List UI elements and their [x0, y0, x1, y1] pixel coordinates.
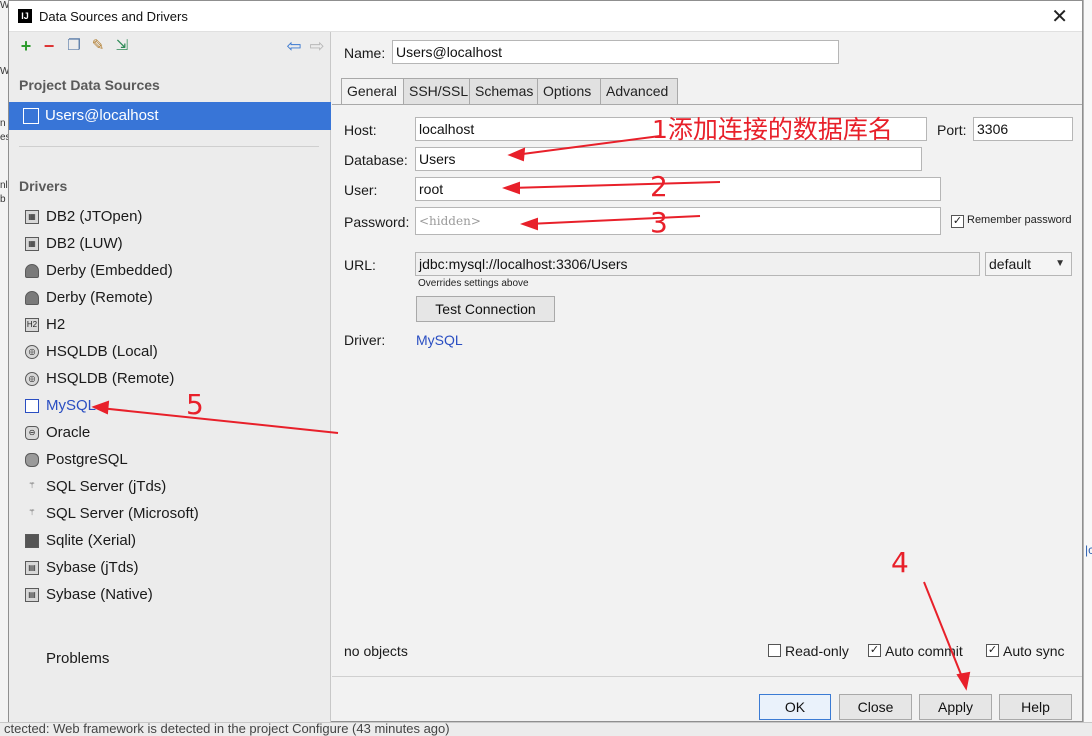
h2-icon: H2 [25, 318, 39, 332]
mysql-datasource-icon [23, 108, 39, 124]
driver-item-sybase-native[interactable]: ▤ Sybase (Native) [9, 582, 331, 608]
sybase-icon: ▤ [25, 588, 39, 602]
derby-hat-icon [25, 264, 39, 278]
url-mode-select[interactable]: default ▼ [985, 252, 1072, 276]
auto-commit-checkbox[interactable]: ✓ [868, 644, 881, 657]
wrench-icon[interactable]: ✎ [88, 36, 108, 56]
remember-password-label: Remember password [967, 214, 1072, 226]
driver-item-derby-embedded[interactable]: Derby (Embedded) [9, 258, 331, 284]
tab-ssh-ssl[interactable]: SSH/SSL [403, 78, 470, 104]
data-sources-dialog: IJ Data Sources and Drivers ✕ + − ❐ ✎ ⇲ … [8, 0, 1083, 722]
ok-button[interactable]: OK [759, 694, 831, 720]
close-icon[interactable]: ✕ [1051, 4, 1068, 29]
sqlite-feather-icon [25, 534, 39, 548]
driver-item-sqlite-xerial[interactable]: Sqlite (Xerial) [9, 528, 331, 554]
status-text: no objects [344, 643, 408, 659]
annotation-label-2: 2 [650, 170, 668, 203]
dialog-titlebar: IJ Data Sources and Drivers ✕ [9, 1, 1082, 32]
postgresql-elephant-icon [25, 453, 39, 467]
sql-server-icon: ⚚ [28, 481, 36, 490]
user-label: User: [344, 182, 378, 198]
driver-item-mysql[interactable]: MySQL [9, 393, 331, 419]
background-status-bar: ctected: Web framework is detected in th… [0, 722, 1092, 736]
driver-item-sql-server-jtds[interactable]: ⚚ SQL Server (jTds) [9, 474, 331, 500]
data-source-item-users-localhost[interactable]: Users@localhost [9, 102, 331, 130]
left-pane: + − ❐ ✎ ⇲ ⇦ ⇨ Project Data Sources Users… [9, 32, 331, 722]
driver-item-sql-server-microsoft[interactable]: ⚚ SQL Server (Microsoft) [9, 501, 331, 527]
oracle-icon: ⊖ [25, 426, 39, 440]
annotation-label-1: 1添加连接的数据库名 [652, 115, 893, 144]
chevron-down-icon: ▼ [1055, 258, 1065, 269]
url-override-hint: Overrides settings above [418, 278, 529, 289]
user-field[interactable]: root [415, 177, 941, 201]
project-data-sources-heading: Project Data Sources [19, 77, 160, 93]
password-field[interactable]: <hidden> [415, 207, 941, 235]
driver-item-db2-luw[interactable]: ▦ DB2 (LUW) [9, 231, 331, 257]
auto-sync-label: Auto sync [1003, 643, 1065, 659]
url-label: URL: [344, 257, 376, 273]
sybase-icon: ▤ [25, 561, 39, 575]
annotation-label-4: 4 [891, 546, 909, 579]
name-label: Name: [344, 45, 386, 61]
url-mode-value: default [989, 256, 1032, 272]
name-field[interactable]: Users@localhost [392, 40, 839, 64]
port-label: Port: [937, 122, 967, 138]
tab-underline [332, 104, 1082, 105]
data-source-label: Users@localhost [45, 107, 159, 124]
driver-item-oracle[interactable]: ⊖ Oracle [9, 420, 331, 446]
database-label: Database: [344, 152, 408, 168]
read-only-checkbox[interactable] [768, 644, 781, 657]
password-label: Password: [344, 214, 410, 230]
driver-item-derby-remote[interactable]: Derby (Remote) [9, 285, 331, 311]
drivers-heading: Drivers [19, 178, 68, 194]
tab-advanced[interactable]: Advanced [600, 78, 678, 104]
apply-button[interactable]: Apply [919, 694, 992, 720]
hsqldb-icon: ◎ [25, 345, 39, 359]
annotation-label-3: 3 [650, 206, 668, 239]
add-icon[interactable]: + [16, 36, 36, 56]
derby-hat-icon [25, 291, 39, 305]
url-field[interactable]: jdbc:mysql://localhost:3306/Users [415, 252, 980, 276]
bottom-separator [332, 676, 1082, 677]
forward-arrow-icon[interactable]: ⇨ [307, 36, 327, 56]
auto-sync-checkbox[interactable]: ✓ [986, 644, 999, 657]
port-field[interactable]: 3306 [973, 117, 1073, 141]
driver-label: Driver: [344, 332, 386, 348]
read-only-label: Read-only [785, 643, 849, 659]
driver-item-postgresql[interactable]: PostgreSQL [9, 447, 331, 473]
intellij-app-icon: IJ [18, 9, 32, 23]
driver-item-hsqldb-remote[interactable]: ◎ HSQLDB (Remote) [9, 366, 331, 392]
host-label: Host: [344, 122, 377, 138]
tab-options[interactable]: Options [537, 78, 601, 104]
divider [19, 146, 319, 147]
left-toolbar: + − ❐ ✎ ⇲ ⇦ ⇨ [14, 36, 326, 58]
remove-icon[interactable]: − [39, 36, 59, 56]
close-button[interactable]: Close [839, 694, 912, 720]
db2-icon: ▦ [25, 210, 39, 224]
remember-password-checkbox[interactable]: ✓ [951, 215, 964, 228]
test-connection-button[interactable]: Test Connection [416, 296, 555, 322]
driver-link-mysql[interactable]: MySQL [416, 332, 463, 348]
db2-icon: ▦ [25, 237, 39, 251]
driver-item-sybase-jtds[interactable]: ▤ Sybase (jTds) [9, 555, 331, 581]
tab-schemas[interactable]: Schemas [469, 78, 538, 104]
mysql-icon [25, 399, 39, 413]
auto-commit-label: Auto commit [885, 643, 963, 659]
driver-item-hsqldb-local[interactable]: ◎ HSQLDB (Local) [9, 339, 331, 365]
database-field[interactable]: Users [415, 147, 922, 171]
background-ide-right-strip: |c [1083, 0, 1092, 736]
driver-item-h2[interactable]: H2 H2 [9, 312, 331, 338]
annotation-label-5: 5 [186, 388, 204, 421]
dialog-title: Data Sources and Drivers [39, 9, 188, 24]
problems-item[interactable]: Problems [46, 650, 109, 667]
duplicate-icon[interactable]: ❐ [64, 36, 84, 56]
help-button[interactable]: Help [999, 694, 1072, 720]
back-arrow-icon[interactable]: ⇦ [284, 36, 304, 56]
sql-server-icon: ⚚ [28, 508, 36, 517]
hsqldb-icon: ◎ [25, 372, 39, 386]
driver-item-db2-jtopen[interactable]: ▦ DB2 (JTOpen) [9, 204, 331, 230]
import-icon[interactable]: ⇲ [112, 36, 132, 56]
tab-general[interactable]: General [341, 78, 404, 105]
